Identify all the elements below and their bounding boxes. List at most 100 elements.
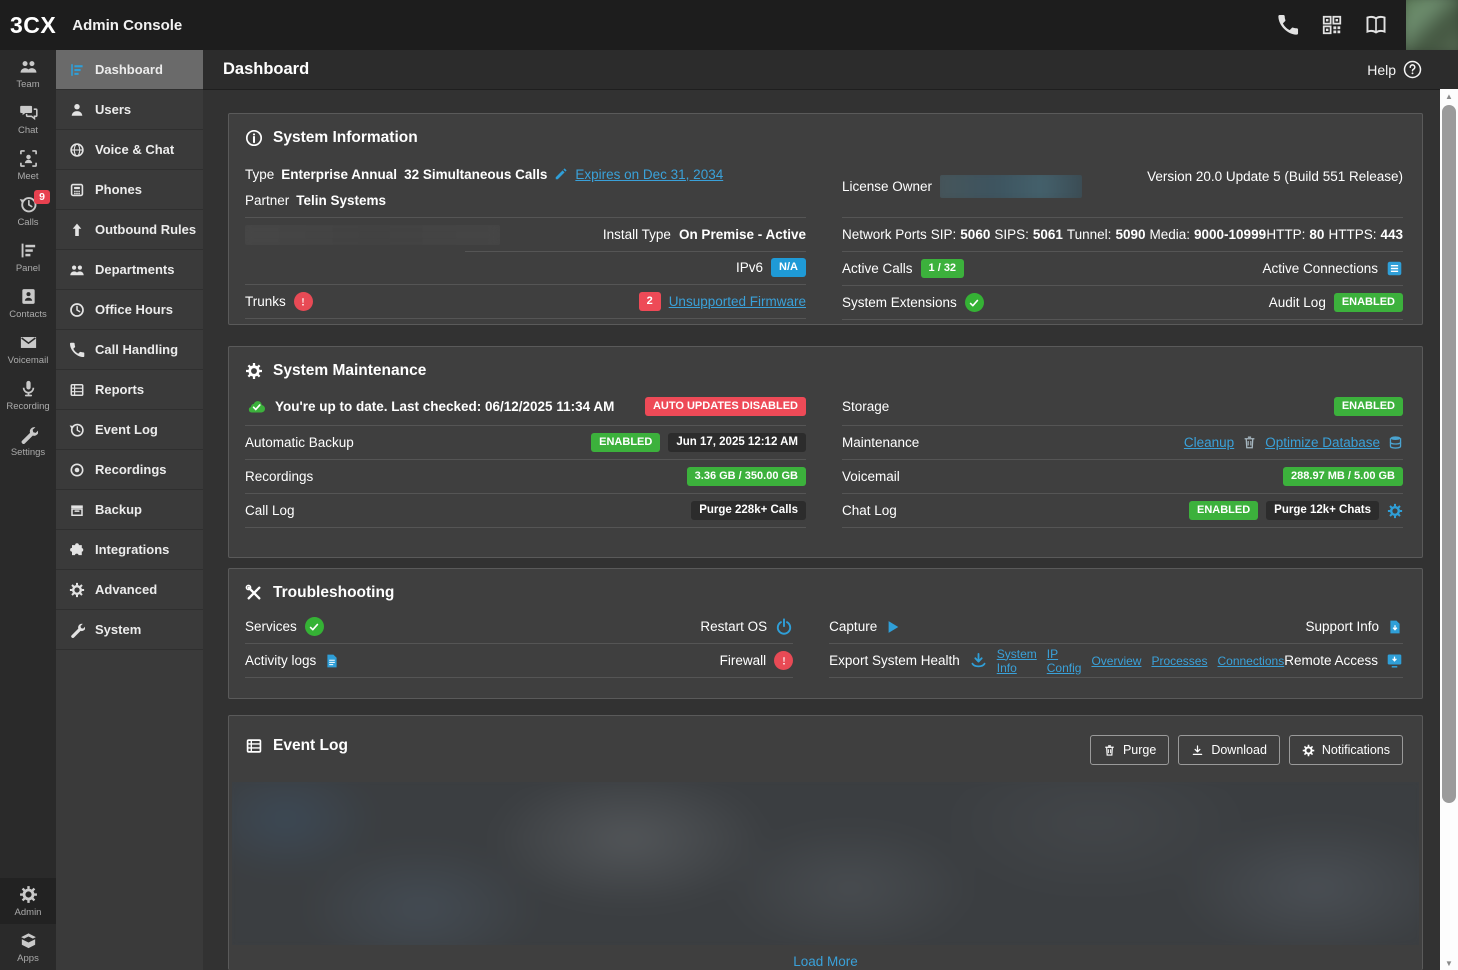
system-maintenance-header: System Maintenance	[229, 347, 1422, 388]
services-ok-icon	[304, 617, 324, 636]
rail-item-recording[interactable]: Recording	[0, 372, 56, 418]
edit-license-button[interactable]	[554, 167, 568, 181]
rail-item-contacts[interactable]: Contacts	[0, 280, 56, 326]
processes-link[interactable]: Processes	[1151, 654, 1207, 668]
cleanup-trash-icon[interactable]	[1242, 435, 1257, 450]
recordings-quota-badge: 3.36 GB / 350.00 GB	[686, 467, 806, 486]
arrow-up-icon	[69, 222, 85, 238]
active-calls-label: Active Calls	[842, 261, 913, 276]
rail-item-meet[interactable]: Meet	[0, 142, 56, 188]
admin-sidebar: Dashboard Users Voice & Chat Phones Outb…	[56, 50, 203, 970]
audit-log-badge: ENABLED	[1333, 293, 1403, 312]
firewall-warning-icon	[774, 651, 794, 670]
update-status-text: You're up to date. Last checked: 06/12/2…	[275, 399, 615, 414]
panel-icon	[19, 241, 38, 260]
remote-access-icon[interactable]	[1386, 652, 1403, 669]
license-expiry-link[interactable]: Expires on Dec 31, 2034	[575, 167, 723, 182]
ipv6-badge: N/A	[771, 258, 806, 277]
wrench-icon	[69, 622, 85, 638]
softphone-icon[interactable]	[1277, 14, 1299, 36]
load-more-link[interactable]: Load More	[793, 954, 858, 969]
optimize-database-link[interactable]: Optimize Database	[1265, 435, 1380, 450]
team-icon	[19, 57, 38, 76]
sidebar-item-departments[interactable]: Departments	[56, 250, 203, 290]
history-icon	[69, 422, 85, 438]
sidebar-item-event-log[interactable]: Event Log	[56, 410, 203, 450]
connections-link[interactable]: Connections	[1217, 654, 1284, 668]
ip-config-link[interactable]: IP Config	[1047, 647, 1082, 675]
http-port: 80	[1309, 227, 1325, 242]
sidebar-item-dashboard[interactable]: Dashboard	[56, 50, 203, 90]
sidebar-item-reports[interactable]: Reports	[56, 370, 203, 410]
notifications-button[interactable]: Notifications	[1288, 735, 1403, 765]
rail-item-settings[interactable]: Settings	[0, 418, 56, 464]
active-calls-badge: 1 / 32	[920, 259, 965, 278]
voicemail-quota-row: Voicemail 288.97 MB / 5.00 GB	[842, 460, 1403, 494]
purge-button[interactable]: Purge	[1089, 735, 1170, 765]
maintenance-left-column: You're up to date. Last checked: 06/12/2…	[245, 388, 806, 528]
rail-item-calls[interactable]: 9 Calls	[0, 188, 56, 234]
type-value: Enterprise Annual	[281, 166, 398, 182]
rail-item-admin[interactable]: Admin	[0, 878, 56, 924]
event-log-actions: Purge Download Notifications	[1089, 735, 1403, 765]
sidebar-item-outbound-rules[interactable]: Outbound Rules	[56, 210, 203, 250]
scrollbar-thumb[interactable]	[1442, 105, 1456, 803]
activity-logs-label: Activity logs	[245, 653, 317, 668]
meet-icon	[19, 149, 38, 168]
sidebar-item-phones[interactable]: Phones	[56, 170, 203, 210]
purge-chats-button[interactable]: Purge 12k+ Chats	[1266, 500, 1379, 521]
export-download-icon[interactable]	[970, 652, 987, 669]
trunks-label: Trunks	[245, 294, 286, 309]
license-owner-redacted	[940, 175, 1082, 198]
scroll-up-arrow[interactable]: ▲	[1440, 89, 1458, 103]
troubleshooting-header: Troubleshooting	[229, 569, 1422, 610]
sidebar-item-recordings[interactable]: Recordings	[56, 450, 203, 490]
sidebar-item-call-handling[interactable]: Call Handling	[56, 330, 203, 370]
capture-play-icon[interactable]	[885, 619, 901, 635]
restart-os-power-icon[interactable]	[775, 618, 793, 636]
chat-log-settings-icon[interactable]	[1387, 503, 1403, 519]
sidebar-item-integrations[interactable]: Integrations	[56, 530, 203, 570]
rail-item-voicemail[interactable]: Voicemail	[0, 326, 56, 372]
active-connections-icon[interactable]	[1386, 260, 1403, 277]
rail-item-panel[interactable]: Panel	[0, 234, 56, 280]
sidebar-item-backup[interactable]: Backup	[56, 490, 203, 530]
chat-log-row: Chat Log ENABLED Purge 12k+ Chats	[842, 494, 1403, 528]
sidebar-item-office-hours[interactable]: Office Hours	[56, 290, 203, 330]
rail-item-team[interactable]: Team	[0, 50, 56, 96]
support-info-label: Support Info	[1305, 619, 1379, 634]
purge-calls-button[interactable]: Purge 228k+ Calls	[691, 500, 806, 521]
sidebar-item-system[interactable]: System	[56, 610, 203, 650]
chat-log-badge: ENABLED	[1188, 501, 1259, 520]
sidebar-item-voice-chat[interactable]: Voice & Chat	[56, 130, 203, 170]
qr-code-icon[interactable]	[1321, 14, 1343, 36]
sidebar-item-advanced[interactable]: Advanced	[56, 570, 203, 610]
chat-icon	[19, 103, 38, 122]
recordings-quota-row: Recordings 3.36 GB / 350.00 GB	[245, 460, 806, 494]
rail-item-chat[interactable]: Chat	[0, 96, 56, 142]
people-group-icon	[69, 262, 85, 278]
audit-log-label: Audit Log	[1268, 295, 1326, 310]
unsupported-firmware-count: 2	[638, 292, 661, 311]
help-button[interactable]: Help	[1367, 60, 1422, 79]
avatar[interactable]	[1406, 0, 1458, 50]
user-icon	[69, 102, 85, 118]
system-info-link[interactable]: System Info	[997, 647, 1037, 675]
activity-logs-doc-icon[interactable]	[324, 653, 340, 669]
manual-book-icon[interactable]	[1365, 14, 1387, 36]
active-calls-row: Active Calls 1 / 32 Active Connections	[842, 252, 1403, 286]
unsupported-firmware-link[interactable]: Unsupported Firmware	[669, 294, 806, 309]
support-info-download-icon[interactable]	[1387, 619, 1403, 635]
overview-link[interactable]: Overview	[1091, 654, 1141, 668]
sidebar-item-users[interactable]: Users	[56, 90, 203, 130]
capture-label: Capture	[829, 619, 878, 634]
scroll-down-arrow[interactable]: ▼	[1440, 956, 1458, 970]
download-icon	[1191, 744, 1204, 757]
chat-log-label: Chat Log	[842, 503, 897, 518]
contacts-icon	[19, 287, 38, 306]
database-icon[interactable]	[1388, 435, 1403, 450]
rail-item-apps[interactable]: Apps	[0, 924, 56, 970]
cleanup-link[interactable]: Cleanup	[1184, 435, 1234, 450]
download-button[interactable]: Download	[1178, 735, 1280, 765]
vertical-scrollbar[interactable]: ▲ ▼	[1440, 89, 1458, 970]
